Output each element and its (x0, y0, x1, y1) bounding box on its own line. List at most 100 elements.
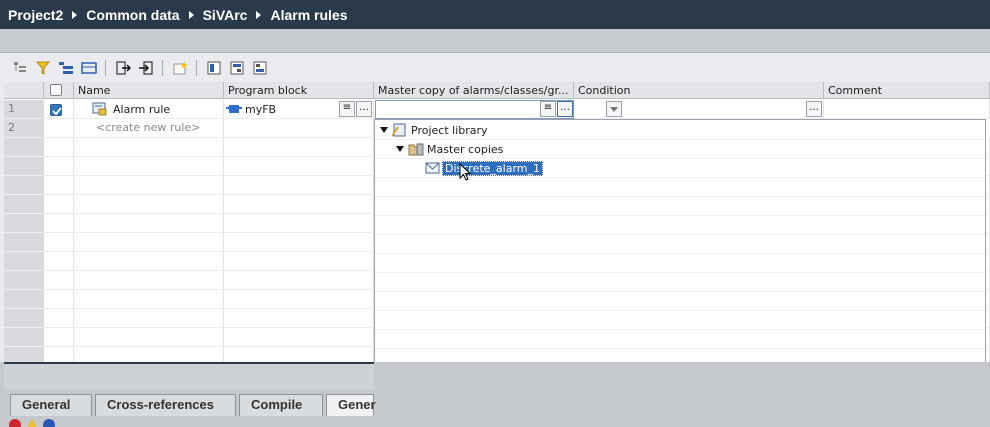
table-cell[interactable] (74, 214, 224, 233)
create-new-rule-cell[interactable]: <create new rule> (74, 119, 224, 138)
error-icon[interactable] (8, 418, 22, 427)
table-cell[interactable] (44, 195, 74, 214)
column-icon-3[interactable] (250, 59, 269, 78)
table-cell[interactable] (224, 195, 374, 214)
filter-icon[interactable] (33, 59, 52, 78)
import-icon[interactable] (136, 59, 155, 78)
table-cell[interactable] (44, 233, 74, 252)
list-select-icon[interactable]: ≡ (540, 101, 556, 117)
column-icon-2[interactable] (227, 59, 246, 78)
table-cell[interactable] (74, 233, 224, 252)
table-cell[interactable] (224, 252, 374, 271)
tree-view-icon[interactable] (10, 59, 29, 78)
table-cell[interactable] (74, 309, 224, 328)
tree-label: Master copies (427, 142, 504, 156)
table-cell[interactable] (74, 252, 224, 271)
tab-general[interactable]: General (10, 394, 92, 416)
column-header-name[interactable]: Name (74, 82, 224, 99)
tree-item-master-copies[interactable]: Master copies (375, 140, 985, 159)
table-cell[interactable] (224, 328, 374, 347)
browse-button-active[interactable]: … (557, 101, 573, 117)
collapse-all-icon[interactable] (79, 59, 98, 78)
row-number (4, 195, 44, 214)
info-icon[interactable] (42, 418, 56, 427)
comment-cell[interactable] (824, 100, 990, 119)
row-number: 1 (4, 100, 44, 119)
table-cell[interactable] (74, 176, 224, 195)
breadcrumb-item-project[interactable]: Project2 (8, 7, 63, 23)
table-cell[interactable] (44, 176, 74, 195)
table-cell[interactable] (44, 290, 74, 309)
table-cell[interactable] (224, 290, 374, 309)
rule-name-cell[interactable]: Alarm rule (74, 100, 224, 119)
breadcrumb-item-alarm-rules: Alarm rules (270, 6, 348, 23)
table-cell[interactable] (224, 233, 374, 252)
warning-icon[interactable] (25, 418, 39, 427)
row-number (4, 214, 44, 233)
column-header-program-block[interactable]: Program block (224, 82, 374, 99)
list-select-icon[interactable]: ≡ (339, 101, 355, 117)
table-cell[interactable] (44, 309, 74, 328)
tree-row (375, 216, 985, 235)
condition-dropdown-button[interactable] (606, 101, 622, 117)
tab-compile[interactable]: Compile (239, 394, 323, 416)
table-cell[interactable] (224, 309, 374, 328)
tree-row (375, 178, 985, 197)
expand-all-icon[interactable] (56, 59, 75, 78)
table-cell[interactable] (224, 138, 374, 157)
table-cell[interactable] (74, 138, 224, 157)
table-cell[interactable] (224, 176, 374, 195)
breadcrumb: Project2 Common data SiVArc Alarm rules (0, 0, 990, 29)
table-cell[interactable] (74, 328, 224, 347)
table-cell[interactable] (44, 138, 74, 157)
table-cell[interactable] (44, 157, 74, 176)
row-number (4, 328, 44, 347)
table-cell[interactable] (224, 271, 374, 290)
table-cell[interactable] (44, 252, 74, 271)
toolbar-separator (105, 60, 106, 76)
add-rule-icon[interactable] (170, 59, 189, 78)
column-header-master-copy[interactable]: Master copy of alarms/classes/gr... (374, 82, 574, 99)
table-cell[interactable] (224, 157, 374, 176)
table-cell[interactable] (74, 157, 224, 176)
chevron-down-icon (610, 107, 618, 112)
row-number-header (4, 82, 44, 99)
rule-name: Alarm rule (113, 102, 171, 116)
table-cell[interactable] (44, 271, 74, 290)
expand-arrow-icon[interactable] (396, 146, 404, 152)
program-block-cell[interactable] (224, 119, 374, 138)
tree-row (375, 292, 985, 311)
editor-toolbar (4, 55, 990, 81)
tree-row (375, 254, 985, 273)
table-cell[interactable] (74, 195, 224, 214)
program-block-value: myFB (245, 102, 277, 116)
select-all-checkbox[interactable] (50, 84, 62, 96)
tree-row (375, 197, 985, 216)
breadcrumb-item-sivarc[interactable]: SiVArc (203, 7, 248, 23)
browse-button[interactable]: … (356, 101, 372, 117)
column-header-comment[interactable]: Comment (824, 82, 990, 99)
tab-cross-references[interactable]: Cross-references (95, 394, 236, 416)
table-cell[interactable] (44, 214, 74, 233)
export-icon[interactable] (113, 59, 132, 78)
rule-enabled-checkbox[interactable] (50, 104, 62, 116)
expand-arrow-icon[interactable] (380, 127, 388, 133)
condition-browse-button[interactable]: … (806, 101, 822, 117)
toolbar-separator (162, 60, 163, 76)
table-cell[interactable] (44, 328, 74, 347)
column-icon-1[interactable] (204, 59, 223, 78)
alarm-copy-icon (425, 162, 440, 174)
column-header-condition[interactable]: Condition (574, 82, 824, 99)
tree-item-discrete-alarm[interactable]: Discrete_alarm_1 (375, 159, 985, 181)
tab-generate[interactable]: Gener (326, 394, 376, 416)
tree-item-project-library[interactable]: Project library (375, 121, 985, 140)
table-cell[interactable] (74, 271, 224, 290)
table-cell[interactable] (74, 290, 224, 309)
breadcrumb-item-common-data[interactable]: Common data (86, 7, 179, 23)
status-icons (8, 418, 56, 427)
tree-label: Project library (411, 123, 488, 137)
table-cell[interactable] (224, 214, 374, 233)
library-icon (392, 123, 406, 137)
row-number (4, 271, 44, 290)
row-number (4, 309, 44, 328)
